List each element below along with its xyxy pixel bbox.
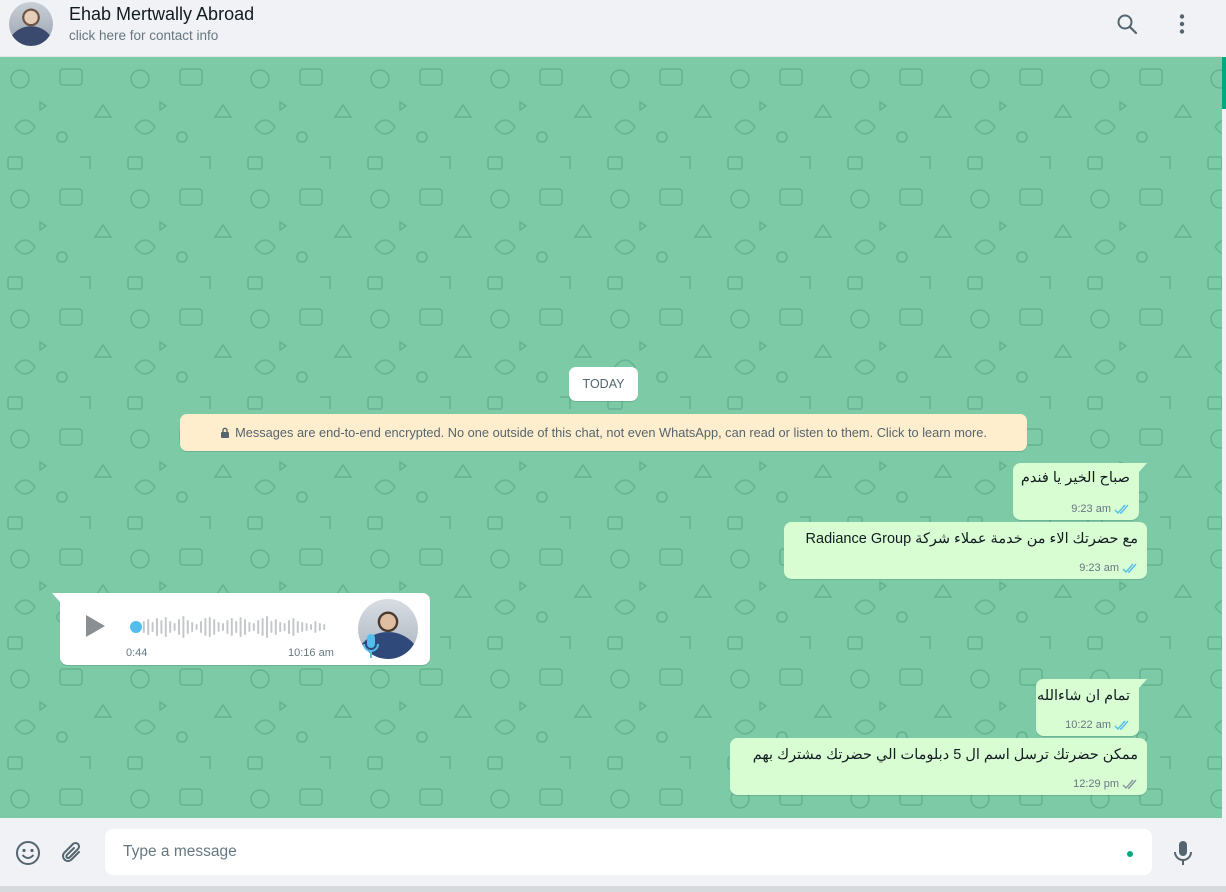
waveform-bar (296, 621, 299, 633)
waveform-bar (173, 623, 176, 631)
message-input[interactable] (105, 829, 1152, 875)
voice-message[interactable]: 0:44 10:16 am (52, 593, 430, 665)
waveform-bar (314, 621, 317, 633)
search-icon[interactable] (1115, 12, 1139, 36)
chat-panel[interactable]: TODAY Messages are end-to-end encrypted.… (0, 57, 1222, 818)
scrollbar-thumb[interactable] (1222, 57, 1226, 109)
message-time: 10:16 am (288, 647, 334, 659)
contact-avatar[interactable] (9, 2, 53, 46)
waveform-bar (230, 618, 233, 636)
read-ticks-icon (1114, 504, 1129, 514)
voice-duration: 0:44 (126, 647, 148, 659)
waveform-bar (191, 622, 194, 632)
message-text: صباح الخير يا فندم (1020, 470, 1130, 486)
waveform-bar (217, 622, 220, 632)
waveform-bar (147, 619, 150, 635)
mic-icon[interactable] (1169, 839, 1197, 867)
contact-subtitle: click here for contact info (69, 28, 219, 43)
waveform-bar (208, 617, 211, 637)
waveform-bar (204, 618, 207, 636)
play-icon[interactable] (84, 613, 106, 639)
waveform-bar (164, 617, 167, 637)
waveform-bar (213, 619, 216, 635)
read-ticks-icon (1114, 720, 1129, 730)
chat-header[interactable]: Ehab Mertwally Abroad click here for con… (0, 0, 1222, 57)
waveform-bar (252, 623, 255, 631)
waveform-bar (178, 619, 180, 635)
read-ticks-icon (1122, 563, 1137, 573)
message-bubble[interactable]: مع حضرتك الاء من خدمة عملاء شركة Radianc… (784, 522, 1147, 579)
mic-icon (363, 634, 379, 658)
message-meta: 9:23 am (1071, 503, 1131, 515)
waveform-bar (283, 623, 286, 631)
waveform-bar (292, 618, 295, 636)
delivered-ticks-icon (1122, 779, 1137, 789)
waveform-bar (305, 623, 308, 631)
waveform-bar (200, 621, 202, 633)
message-bubble[interactable]: صباح الخير يا فندم 9:23 am (1013, 463, 1147, 520)
message-bubble[interactable]: ممكن حضرتك ترسل اسم ال 5 دبلومات الي حضر… (730, 738, 1147, 795)
message-text: تمام ان شاءالله (1037, 688, 1130, 704)
contact-name: Ehab Mertwally Abroad (69, 4, 255, 24)
message-meta: 10:22 am (1065, 719, 1131, 731)
waveform-bar (195, 624, 198, 630)
waveform-bar (186, 620, 189, 634)
waveform-bar (182, 616, 185, 638)
waveform-bar (239, 617, 242, 637)
waveform-bar (169, 621, 172, 633)
scrollbar-track[interactable] (1222, 0, 1226, 892)
message-meta: 9:23 am (1079, 562, 1139, 574)
waveform-bar (156, 618, 158, 636)
waveform-bar (323, 624, 326, 630)
waveform-bar (288, 620, 290, 634)
message-text: مع حضرتك الاء من خدمة عملاء شركة Radianc… (805, 531, 1138, 547)
encryption-notice[interactable]: Messages are end-to-end encrypted. No on… (180, 414, 1027, 451)
message-time: 12:29 pm (1073, 778, 1119, 790)
waveform-bar (301, 622, 304, 632)
waveform-bar (226, 620, 229, 634)
message-bubble[interactable]: تمام ان شاءالله 10:22 am (1036, 679, 1147, 736)
waveform-bar (151, 622, 154, 632)
waveform-bar (160, 620, 163, 634)
lock-icon (221, 427, 230, 438)
message-text: ممكن حضرتك ترسل اسم ال 5 دبلومات الي حضر… (752, 747, 1138, 763)
message-input-container[interactable] (105, 829, 1152, 875)
message-time: 9:23 am (1079, 562, 1119, 574)
message-time: 10:22 am (1065, 719, 1111, 731)
compose-bar (0, 818, 1222, 886)
waveform-bar (310, 624, 312, 630)
waveform-bar (261, 618, 264, 636)
waveform-bar (270, 621, 273, 633)
waveform-bar (222, 623, 224, 631)
waveform-bar (235, 621, 238, 633)
waveform-bar (279, 622, 282, 632)
playback-scrubber[interactable] (130, 621, 142, 633)
message-time: 9:23 am (1071, 503, 1111, 515)
waveform-bar (248, 622, 251, 632)
waveform-bar (266, 616, 268, 638)
message-meta: 12:29 pm (1073, 778, 1139, 790)
waveform-bar (318, 623, 321, 631)
date-chip: TODAY (569, 367, 638, 401)
audio-waveform[interactable] (130, 613, 330, 641)
menu-icon[interactable] (1170, 12, 1194, 36)
contact-info[interactable]: Ehab Mertwally Abroad click here for con… (69, 4, 254, 43)
waveform-bar (274, 619, 277, 635)
waveform-bar (244, 619, 246, 635)
encryption-notice-text: Messages are end-to-end encrypted. No on… (235, 425, 987, 440)
attach-icon[interactable] (58, 839, 86, 867)
input-status-dot (1127, 851, 1133, 857)
waveform-bar (257, 620, 260, 634)
waveform-bar (142, 621, 145, 633)
emoji-icon[interactable] (14, 839, 42, 867)
window-bottom-edge (0, 886, 1226, 892)
